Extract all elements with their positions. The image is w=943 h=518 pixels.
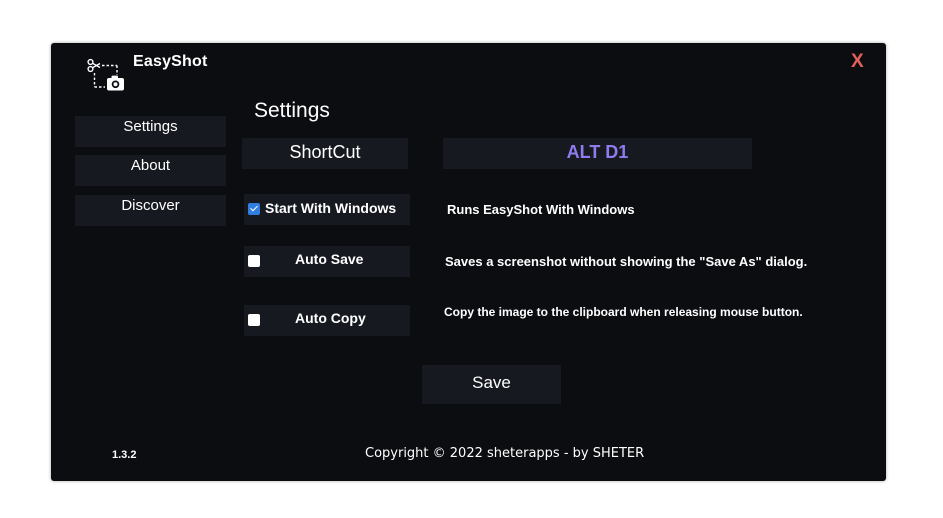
auto-save-option[interactable]: Auto Save xyxy=(244,246,410,277)
close-icon: X xyxy=(851,51,864,72)
easyshot-window: EasyShot X Settings About Discover Setti… xyxy=(51,43,886,481)
auto-copy-checkbox[interactable] xyxy=(248,314,260,326)
shortcut-label: ShortCut xyxy=(242,138,408,169)
sidebar-item-discover[interactable]: Discover xyxy=(75,195,226,226)
sidebar-item-label: Discover xyxy=(121,197,180,214)
auto-save-label: Auto Save xyxy=(295,251,364,267)
sidebar-item-about[interactable]: About xyxy=(75,155,226,186)
auto-copy-description: Copy the image to the clipboard when rel… xyxy=(444,305,803,319)
start-with-windows-checkbox[interactable] xyxy=(248,203,260,215)
auto-save-description: Saves a screenshot without showing the "… xyxy=(445,254,808,269)
copyright-text: Copyright © 2022 sheterapps - by SHETER xyxy=(365,446,645,461)
start-with-windows-label: Start With Windows xyxy=(265,200,397,216)
sidebar-item-settings[interactable]: Settings xyxy=(75,116,226,147)
scissors-camera-icon xyxy=(87,58,124,91)
version-label: 1.3.2 xyxy=(112,449,137,461)
shortcut-key-field[interactable]: ALT D1 xyxy=(443,138,752,169)
save-button[interactable]: Save xyxy=(422,365,561,404)
sidebar-item-label: Settings xyxy=(123,118,178,135)
sidebar-item-label: About xyxy=(130,157,171,174)
start-with-windows-description: Runs EasyShot With Windows xyxy=(447,202,635,217)
start-with-windows-option[interactable]: Start With Windows xyxy=(244,194,410,225)
auto-copy-option[interactable]: Auto Copy xyxy=(244,305,410,336)
close-button[interactable]: X xyxy=(851,51,864,73)
page-title: Settings xyxy=(254,99,330,122)
app-title: EasyShot xyxy=(133,53,208,70)
auto-copy-label: Auto Copy xyxy=(295,310,366,326)
auto-save-checkbox[interactable] xyxy=(248,255,260,267)
